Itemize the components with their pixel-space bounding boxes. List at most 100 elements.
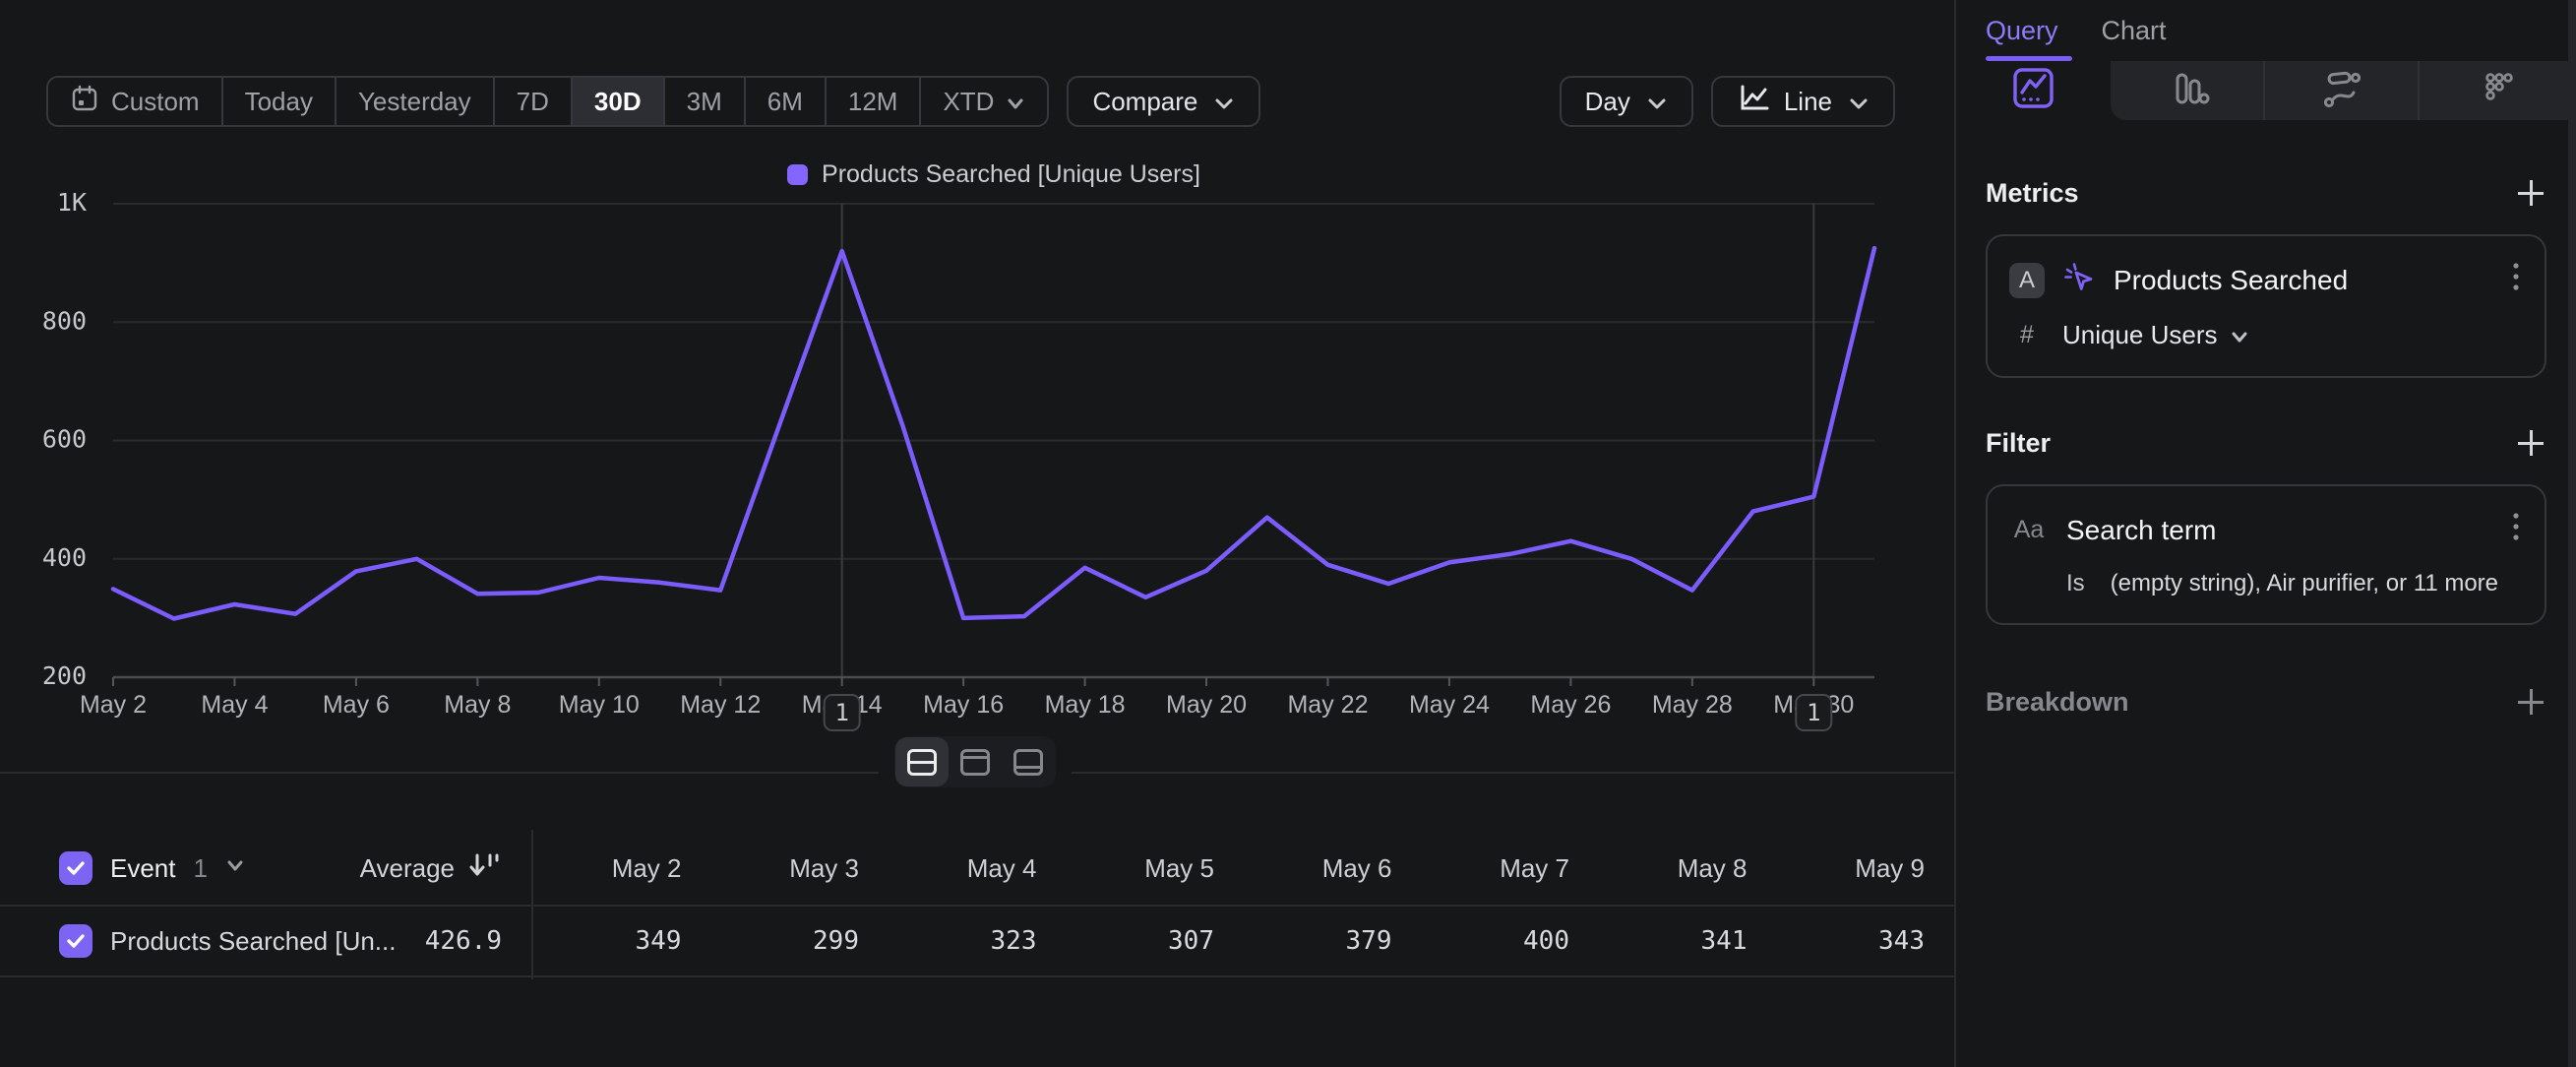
date-value-cell: 323 xyxy=(889,907,1067,975)
annotation-badge[interactable]: 1 xyxy=(825,695,860,730)
aggregation-selector[interactable]: Unique Users xyxy=(2062,320,2249,350)
date-column-header[interactable]: May 3 xyxy=(711,832,889,905)
y-axis-label: 600 xyxy=(42,425,87,454)
filter-heading: Filter xyxy=(1986,428,2051,459)
y-axis-label: 200 xyxy=(42,661,87,690)
date-column-header[interactable]: May 2 xyxy=(533,832,711,905)
x-axis-label: May 6 xyxy=(323,691,390,719)
viz-tab-flow[interactable] xyxy=(2265,61,2420,120)
kebab-menu-icon[interactable] xyxy=(2511,260,2521,300)
select-all-checkbox[interactable] xyxy=(59,851,92,885)
x-axis-label: May 24 xyxy=(1409,691,1490,719)
date-value-cell: 400 xyxy=(1422,907,1600,975)
x-axis-label: May 20 xyxy=(1166,691,1247,719)
date-value-cell: 349 xyxy=(533,907,711,975)
date-column-header[interactable]: May 4 xyxy=(889,832,1067,905)
annotation-badge[interactable]: 1 xyxy=(1796,695,1831,730)
x-axis-label: May 12 xyxy=(680,691,761,719)
metrics-heading: Metrics xyxy=(1986,178,2079,209)
filter-card[interactable]: Aa Search term Is (empty string), Air pu… xyxy=(1986,484,2546,625)
date-column-header[interactable]: May 9 xyxy=(1777,832,1955,905)
date-value-cells: 349299323307379400341343 xyxy=(533,907,1954,975)
series-line[interactable] xyxy=(113,248,1874,618)
x-axis-label: May 22 xyxy=(1287,691,1368,719)
table-header-row: Event 1 Average May 2May 3May 4May 5May … xyxy=(0,832,1954,907)
metric-series-badge: A xyxy=(2009,263,2045,298)
x-axis-label: May 4 xyxy=(201,691,268,719)
metrics-section-header: Metrics xyxy=(1986,177,2546,209)
y-axis-label: 400 xyxy=(42,543,87,572)
panel-tab-bar: Query Chart xyxy=(1956,0,2576,61)
table-row[interactable]: Products Searched [Un... 426.9 349299323… xyxy=(0,907,1954,977)
viz-tab-more[interactable] xyxy=(2420,61,2576,120)
svg-text:1: 1 xyxy=(834,699,848,726)
filter-value[interactable]: (empty string), Air purifier, or 11 more xyxy=(2111,570,2498,597)
x-axis-label: May 16 xyxy=(923,691,1004,719)
chevron-down-icon xyxy=(2230,320,2249,350)
insights-line-icon xyxy=(2010,65,2056,116)
date-value-cell: 299 xyxy=(711,907,889,975)
table-view-button[interactable] xyxy=(1002,737,1055,786)
date-value-cell: 343 xyxy=(1777,907,1955,975)
date-column-header[interactable]: May 5 xyxy=(1067,832,1245,905)
date-column-header[interactable]: May 8 xyxy=(1599,832,1777,905)
add-filter-button[interactable] xyxy=(2515,427,2546,459)
viz-tab-line-active[interactable] xyxy=(1956,61,2111,120)
tab-query[interactable]: Query xyxy=(1986,16,2058,46)
filter-operator[interactable]: Is xyxy=(2066,570,2085,597)
average-value: 426.9 xyxy=(425,926,502,956)
y-axis-label: 800 xyxy=(42,306,87,335)
x-axis-label: May 26 xyxy=(1530,691,1611,719)
kebab-menu-icon[interactable] xyxy=(2511,510,2521,550)
line-chart[interactable]: 1K 800 600 400 200May 2 May 4 May 6 May 8 May 10… xyxy=(0,0,1954,763)
date-column-headers: May 2May 3May 4May 5May 6May 7May 8May 9 xyxy=(533,832,1954,905)
aggregation-prefix: # xyxy=(2009,321,2045,349)
date-value-cell: 341 xyxy=(1599,907,1777,975)
table-view-icon xyxy=(1013,749,1043,776)
viz-tab-rest xyxy=(2111,61,2576,120)
average-header-label[interactable]: Average xyxy=(360,853,455,884)
svg-text:1: 1 xyxy=(1807,699,1820,726)
x-axis-label: May 28 xyxy=(1652,691,1733,719)
filter-property-name[interactable]: Search term xyxy=(2066,515,2217,546)
chart-type-tab-bar xyxy=(1956,61,2576,120)
chart-main-area: CustomTodayYesterday7D30D3M6M12MXTD Comp… xyxy=(0,0,1954,1067)
breakdown-section-header: Breakdown xyxy=(1986,686,2546,718)
date-column-header[interactable]: May 6 xyxy=(1244,832,1422,905)
results-table: Event 1 Average May 2May 3May 4May 5May … xyxy=(0,832,1954,977)
split-view-button[interactable] xyxy=(895,737,949,786)
row-checkbox[interactable] xyxy=(59,924,92,958)
split-view-icon xyxy=(907,749,937,776)
date-column-header[interactable]: May 7 xyxy=(1422,832,1600,905)
event-count: 1 xyxy=(194,853,208,884)
date-value-cell: 379 xyxy=(1244,907,1422,975)
y-axis-label: 1K xyxy=(57,188,87,217)
layout-toggle-group xyxy=(894,736,1056,787)
dots-grid-icon xyxy=(2475,65,2522,117)
query-panel: Query Chart Metrics xyxy=(1954,0,2576,1067)
add-breakdown-button[interactable] xyxy=(2515,686,2546,718)
viz-tab-bar-chart[interactable] xyxy=(2111,61,2265,120)
bar-chart-icon xyxy=(2164,65,2211,117)
date-value-cell: 307 xyxy=(1067,907,1245,975)
tab-chart[interactable]: Chart xyxy=(2102,16,2167,46)
scrollbar-track[interactable] xyxy=(2568,0,2576,1067)
string-property-icon: Aa xyxy=(2009,516,2049,544)
metric-event-name[interactable]: Products Searched xyxy=(2114,265,2348,296)
event-click-icon xyxy=(2062,261,2096,299)
panel-body: Metrics A Products Searched # Unique Use… xyxy=(1956,177,2576,718)
app-root: CustomTodayYesterday7D30D3M6M12MXTD Comp… xyxy=(0,0,2576,1067)
metric-card[interactable]: A Products Searched # Unique Users xyxy=(1986,234,2546,378)
x-axis-label: May 2 xyxy=(80,691,147,719)
x-axis-label: May 18 xyxy=(1045,691,1126,719)
chart-view-button[interactable] xyxy=(949,737,1002,786)
chart-view-icon xyxy=(960,749,990,776)
chevron-down-icon[interactable] xyxy=(225,859,245,877)
breakdown-heading: Breakdown xyxy=(1986,687,2129,718)
x-axis-label: May 8 xyxy=(444,691,511,719)
event-header-label[interactable]: Event xyxy=(110,853,176,884)
add-metric-button[interactable] xyxy=(2515,177,2546,209)
x-axis-label: May 10 xyxy=(559,691,640,719)
sort-descending-icon[interactable] xyxy=(466,850,502,887)
aggregation-label: Unique Users xyxy=(2062,320,2218,350)
